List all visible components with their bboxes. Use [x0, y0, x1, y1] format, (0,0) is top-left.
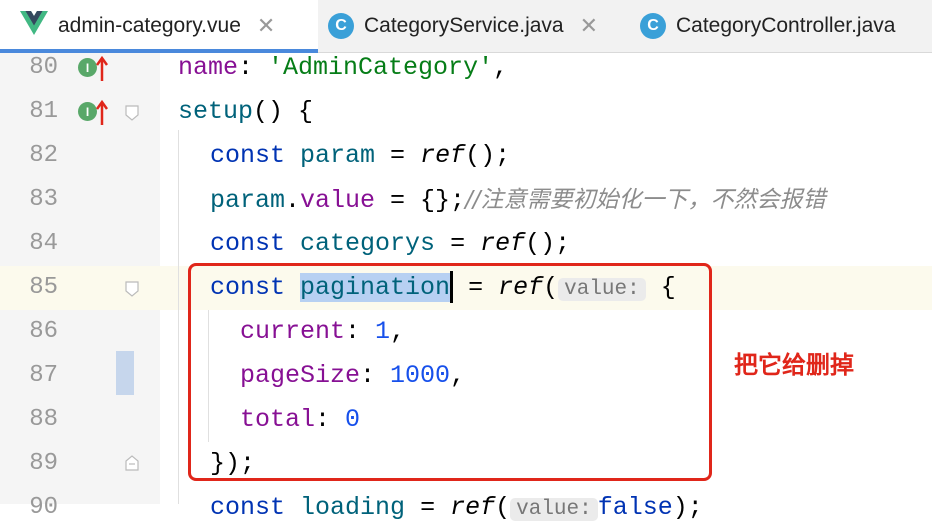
line-number: 87 — [29, 362, 58, 389]
vue-icon — [20, 11, 48, 41]
line-number: 88 — [29, 406, 58, 433]
tab-admin-category-vue[interactable]: admin-category.vue ✕ — [0, 0, 318, 53]
line-number: 80 — [29, 54, 58, 81]
parameter-hint: value: — [510, 498, 598, 521]
up-arrow-icon[interactable] — [96, 55, 108, 81]
implements-marker-icon[interactable]: I — [78, 58, 97, 77]
fold-open-icon[interactable] — [124, 105, 140, 121]
tab-category-controller-java[interactable]: C CategoryController.java — [636, 0, 932, 52]
line-number: 83 — [29, 186, 58, 213]
close-tab-icon[interactable]: ✕ — [257, 13, 275, 39]
tab-label: admin-category.vue — [58, 14, 241, 37]
line-number: 82 — [29, 142, 58, 169]
tab-label: CategoryController.java — [676, 14, 896, 37]
tab-label: CategoryService.java — [364, 14, 564, 37]
code-line-80: 80 I name: 'AdminCategory', — [0, 46, 932, 90]
indent-guide — [178, 130, 179, 504]
close-tab-icon[interactable]: ✕ — [580, 13, 598, 39]
code-line-84: 84 const categorys = ref(); — [0, 222, 932, 266]
fold-close-icon[interactable] — [124, 455, 140, 471]
code-line-90: 90 const loading = ref(value: false); — [0, 486, 932, 530]
up-arrow-icon[interactable] — [96, 99, 108, 125]
code-line-81: 81 I setup() { — [0, 90, 932, 134]
fold-open-icon[interactable] — [124, 281, 140, 297]
line-number: 85 — [29, 274, 58, 301]
line-number: 90 — [29, 494, 58, 521]
line-number: 86 — [29, 318, 58, 345]
code-line-83: 83 param.value = {};//注意需要初始化一下，不然会报错 — [0, 178, 932, 222]
line-number: 81 — [29, 98, 58, 125]
tab-category-service-java[interactable]: C CategoryService.java ✕ — [318, 0, 636, 52]
annotation-text: 把它给删掉 — [734, 351, 854, 379]
class-c-icon: C — [640, 13, 666, 39]
annotation-highlight-box — [188, 263, 712, 481]
code-line-82: 82 const param = ref(); — [0, 134, 932, 178]
class-c-icon: C — [328, 13, 354, 39]
line-number: 84 — [29, 230, 58, 257]
implements-marker-icon[interactable]: I — [78, 102, 97, 121]
line-number: 89 — [29, 450, 58, 477]
